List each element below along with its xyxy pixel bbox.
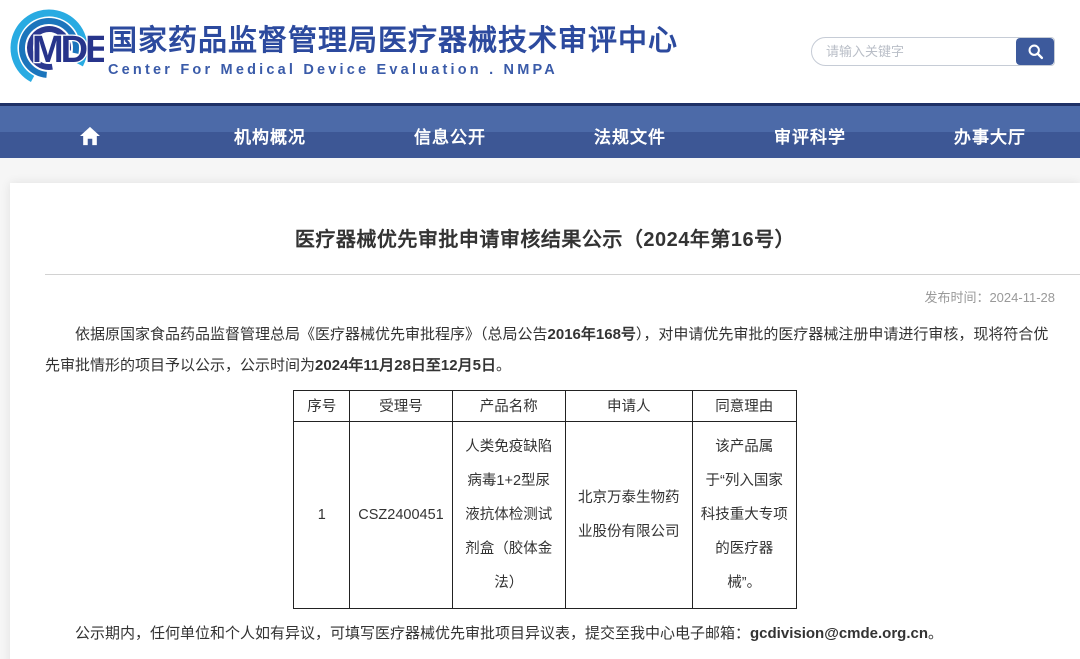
site-title: 国家药品监督管理局医疗器械技术审评中心	[108, 25, 678, 58]
site-subtitle: Center For Medical Device Evaluation . N…	[108, 62, 678, 78]
cmde-logo-icon: MDE	[8, 7, 104, 89]
para1-seg: 依据原国家食品药品监督管理总局《医疗器械优先审批程序》（总局公告	[75, 326, 548, 343]
cell-approval-reason: 该产品属于“列入国家科技重大专项的医疗器械”。	[692, 421, 796, 608]
cell-no: 1	[294, 421, 350, 608]
contact-email: gcdivision@cmde.org.cn	[750, 625, 928, 642]
para1-seg: 。	[496, 357, 511, 374]
results-table: 序号 受理号 产品名称 申请人 同意理由 1 CSZ2400451 人类免疫缺陷…	[293, 390, 796, 609]
cmde-logo: MDE	[8, 7, 104, 94]
col-header-acceptance-no: 受理号	[350, 390, 452, 421]
cell-product-name: 人类免疫缺陷病毒1+2型尿液抗体检测试剂盒（胶体金法）	[452, 421, 565, 608]
search-input[interactable]	[812, 38, 1016, 65]
publish-time-label: 发布时间：	[924, 290, 989, 305]
table-row: 1 CSZ2400451 人类免疫缺陷病毒1+2型尿液抗体检测试剂盒（胶体金法）…	[294, 421, 796, 608]
main-nav: 机构概况 信息公开 法规文件 审评科学 办事大厅	[0, 103, 1080, 158]
publish-time-value: 2024-11-28	[989, 290, 1055, 305]
col-header-product-name: 产品名称	[452, 390, 565, 421]
title-divider	[45, 274, 1080, 275]
site-brand: 国家药品监督管理局医疗器械技术审评中心 Center For Medical D…	[108, 25, 678, 77]
cell-acceptance-no: CSZ2400451	[350, 421, 452, 608]
col-header-approval-reason: 同意理由	[692, 390, 796, 421]
nav-item-disclosure[interactable]: 信息公开	[360, 106, 540, 158]
search-icon	[1027, 43, 1044, 60]
para2-seg: 公示期内，任何单位和个人如有异议，可填写医疗器械优先审批项目异议表，提交至我中心…	[75, 625, 750, 642]
col-header-applicant: 申请人	[565, 390, 692, 421]
nav-item-home[interactable]	[0, 106, 180, 158]
col-header-no: 序号	[294, 390, 350, 421]
svg-text:MDE: MDE	[32, 29, 104, 71]
para1-publicity-period: 2024年11月28日至12月5日	[315, 357, 496, 374]
content-card: 医疗器械优先审批申请审核结果公示（2024年第16号） 发布时间：2024-11…	[10, 183, 1080, 659]
publish-time: 发布时间：2024-11-28	[35, 287, 1055, 306]
home-icon	[79, 126, 101, 146]
para2-seg: 。	[928, 625, 943, 642]
para1-announcement-no: 2016年168号	[548, 326, 636, 343]
page-title: 医疗器械优先审批申请审核结果公示（2024年第16号）	[35, 223, 1055, 252]
search-button[interactable]	[1016, 38, 1054, 65]
notice-paragraph: 依据原国家食品药品监督管理总局《医疗器械优先审批程序》（总局公告2016年168…	[35, 320, 1055, 382]
nav-item-service-hall[interactable]: 办事大厅	[900, 106, 1080, 158]
nav-item-regulations[interactable]: 法规文件	[540, 106, 720, 158]
nav-item-review-science[interactable]: 审评科学	[720, 106, 900, 158]
table-header-row: 序号 受理号 产品名称 申请人 同意理由	[294, 390, 796, 421]
site-header: MDE 国家药品监督管理局医疗器械技术审评中心 Center For Medic…	[0, 0, 1080, 103]
cell-applicant: 北京万泰生物药业股份有限公司	[565, 421, 692, 608]
search-box	[811, 37, 1055, 66]
nav-item-overview[interactable]: 机构概况	[180, 106, 360, 158]
closing-paragraph: 公示期内，任何单位和个人如有异议，可填写医疗器械优先审批项目异议表，提交至我中心…	[35, 619, 1055, 650]
